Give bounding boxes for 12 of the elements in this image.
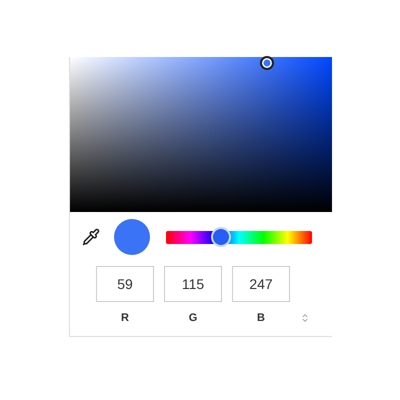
- channel-input[interactable]: 115: [164, 266, 222, 302]
- color-area-handle[interactable]: [260, 56, 274, 70]
- format-toggle-icon[interactable]: [300, 313, 310, 323]
- eyedropper-icon[interactable]: [82, 228, 100, 246]
- color-area[interactable]: [70, 57, 332, 212]
- channel-label: B: [257, 312, 265, 324]
- channel-input[interactable]: 59: [96, 266, 154, 302]
- channel-input[interactable]: 247: [232, 266, 290, 302]
- channel-label: R: [121, 312, 129, 324]
- color-swatch: [114, 219, 150, 255]
- channel-label: G: [188, 312, 198, 324]
- hue-slider-handle[interactable]: [211, 227, 232, 247]
